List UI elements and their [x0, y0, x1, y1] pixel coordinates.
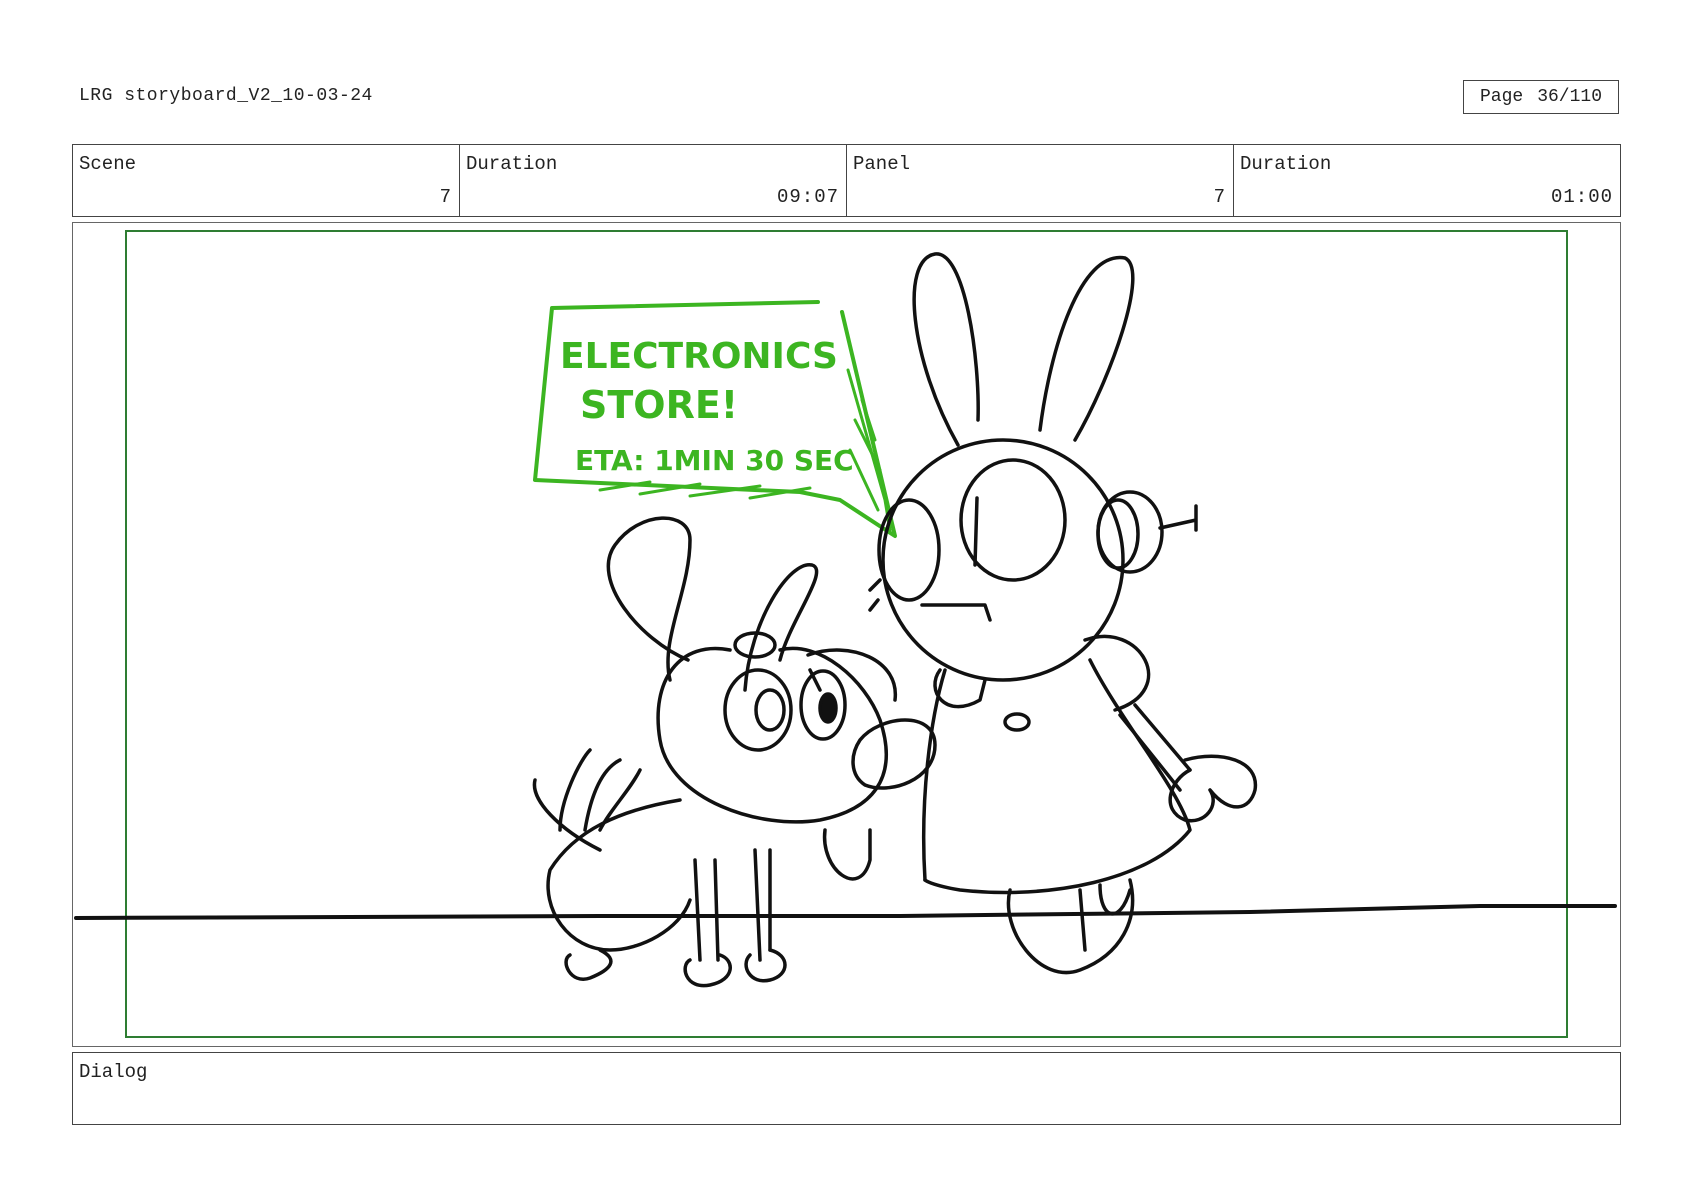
sign-line-2: STORE! [580, 383, 738, 427]
sign-line-3: ETA: 1MIN 30 SEC [575, 444, 854, 477]
dialog-label: Dialog [79, 1061, 148, 1083]
bunny-character [868, 252, 1258, 975]
dialog-box: Dialog [72, 1052, 1621, 1125]
speech-sign: ELECTRONICS STORE! ETA: 1MIN 30 SEC [533, 300, 897, 538]
storyboard-sketch: ELECTRONICS STORE! ETA: 1MIN 30 SEC [74, 252, 1617, 988]
ground-line [74, 904, 1617, 920]
sign-line-1: ELECTRONICS [560, 336, 838, 377]
